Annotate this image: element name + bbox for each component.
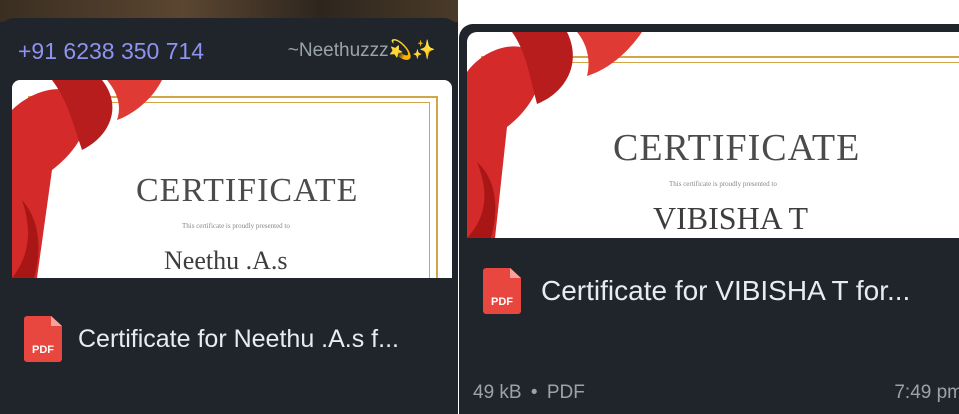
certificate-subtitle: This certificate is proudly presented to	[669, 180, 777, 188]
file-size: 49 kB	[473, 382, 522, 403]
sender-phone[interactable]: +91 6238 350 714	[18, 38, 204, 65]
message-time: 7:49 pm	[894, 382, 959, 403]
message-card-right[interactable]: CERTIFICATE This certificate is proudly …	[459, 24, 959, 414]
file-meta: 49 kB • PDF	[473, 382, 585, 404]
sender-name: ~Neethuzzz💫✨	[287, 40, 436, 61]
document-row-left[interactable]: PDF Certificate for Neethu .A.s f...	[24, 316, 399, 362]
certificate-recipient: Neethu .A.s	[164, 246, 288, 275]
certificate-recipient: VIBISHA T	[653, 200, 808, 236]
meta-separator: •	[530, 382, 538, 403]
document-preview-left[interactable]: CERTIFICATE This certificate is proudly …	[12, 80, 452, 278]
file-type: PDF	[546, 382, 585, 403]
sparkle-icon: 💫✨	[388, 40, 436, 61]
message-card-left: +91 6238 350 714 ~Neethuzzz💫✨ CERTIFICAT…	[0, 0, 458, 414]
pdf-icon: PDF	[24, 316, 62, 362]
document-preview-right[interactable]: CERTIFICATE This certificate is proudly …	[467, 32, 959, 238]
file-name: Certificate for VIBISHA T for...	[541, 275, 911, 306]
file-name: Certificate for Neethu .A.s f...	[78, 324, 399, 353]
certificate-title: CERTIFICATE	[613, 127, 861, 169]
document-row-right[interactable]: PDF Certificate for VIBISHA T for...	[483, 268, 910, 314]
certificate-subtitle: This certificate is proudly presented to	[182, 222, 290, 230]
certificate-title: CERTIFICATE	[136, 172, 359, 209]
pdf-icon: PDF	[483, 268, 521, 314]
